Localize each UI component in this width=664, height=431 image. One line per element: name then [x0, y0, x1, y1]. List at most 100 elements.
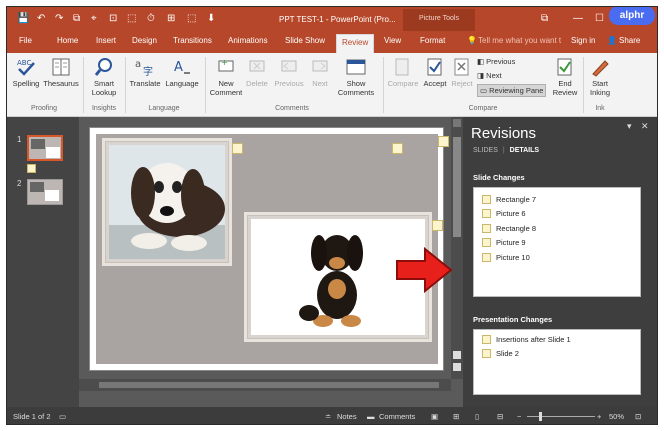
pen-icon — [592, 60, 609, 77]
previous-change-button[interactable]: ◧ Previous — [477, 57, 515, 66]
slide-thumbnail-1[interactable] — [27, 135, 63, 161]
pane-options-icon[interactable]: ▾ — [627, 121, 632, 132]
scrollbar-thumb[interactable] — [453, 137, 461, 237]
revision-icon — [482, 209, 491, 219]
accept-button[interactable]: Accept — [421, 57, 449, 88]
horizontal-scrollbar[interactable] — [79, 379, 451, 391]
scroll-up-icon[interactable] — [453, 119, 461, 127]
zoom-slider[interactable] — [527, 416, 595, 417]
tab-design[interactable]: Design — [132, 36, 157, 45]
slide-sorter-icon[interactable]: ⊞ — [453, 412, 459, 421]
next-change-button[interactable]: ◨ Next — [477, 71, 502, 80]
picture-tools-label: Picture Tools — [403, 9, 475, 31]
revision-marker[interactable] — [432, 220, 443, 231]
start-inking-button[interactable]: Start Inking — [585, 57, 615, 97]
reviewing-pane-button[interactable]: ▭ Reviewing Pane — [477, 84, 547, 97]
zoom-in-icon[interactable]: + — [597, 412, 601, 421]
slideshow-icon[interactable]: ⊟ — [497, 412, 503, 421]
tab-details[interactable]: DETAILS — [510, 147, 539, 154]
fit-to-window-icon[interactable]: ⊡ — [635, 412, 641, 421]
group-insights: Insights — [91, 105, 117, 112]
next-comment-icon — [312, 60, 328, 72]
undo-icon[interactable]: ↶ — [37, 13, 45, 24]
revision-marker[interactable] — [232, 143, 243, 154]
beagle-puppy-image — [109, 145, 225, 259]
tell-me-input[interactable]: Tell me what you want t — [478, 36, 561, 45]
minimize-button[interactable]: — — [573, 13, 583, 24]
slide-changes-heading: Slide Changes — [473, 173, 525, 182]
spelling-button[interactable]: ABC Spelling — [9, 57, 43, 88]
delete-comment-button[interactable]: Delete — [243, 57, 271, 88]
compare-button[interactable]: Compare — [385, 57, 421, 88]
list-item[interactable]: Picture 6 — [474, 207, 640, 222]
slide-thumbnail-2[interactable] — [27, 179, 63, 205]
tab-slides[interactable]: SLIDES — [473, 147, 498, 154]
tab-animations[interactable]: Animations — [228, 36, 268, 45]
list-item[interactable]: Rectangle 7 — [474, 192, 640, 207]
tab-slide-show[interactable]: Slide Show — [285, 36, 325, 45]
qat-icon-8[interactable]: ⬇ — [207, 13, 215, 24]
revision-marker[interactable] — [438, 136, 449, 147]
normal-view-icon[interactable]: ▣ — [431, 412, 438, 421]
scrollbar-thumb[interactable] — [99, 382, 439, 388]
comments-button[interactable]: Comments — [379, 412, 415, 421]
scroll-down-icon[interactable] — [453, 351, 461, 359]
qat-icon-3[interactable]: ⊡ — [109, 13, 117, 24]
maximize-button[interactable]: ☐ — [595, 13, 604, 24]
tab-view[interactable]: View — [384, 36, 401, 45]
close-icon[interactable]: ✕ — [641, 121, 649, 132]
title-bar: 💾 ↶ ↷ ⧉ ⌖ ⊡ ⬚ ⏱ ⊞ ⬚ ⬇ PPT TEST-1 - Power… — [7, 7, 657, 31]
reviewing-pane-icon: ▭ — [480, 86, 490, 95]
list-item[interactable]: Insertions after Slide 1 — [474, 332, 640, 347]
reading-view-icon[interactable]: ▯ — [475, 412, 479, 421]
list-item[interactable]: Picture 10 — [474, 250, 640, 265]
presentation-changes-list: Insertions after Slide 1 Slide 2 — [473, 329, 641, 395]
qat-icon-2[interactable]: ⌖ — [91, 13, 97, 24]
notes-button[interactable]: Notes — [337, 412, 357, 421]
tab-transitions[interactable]: Transitions — [173, 36, 212, 45]
list-item[interactable]: Picture 9 — [474, 236, 640, 251]
tab-insert[interactable]: Insert — [96, 36, 116, 45]
ribbon-display-options-icon[interactable]: ⧉ — [541, 13, 548, 24]
search-icon — [94, 58, 112, 76]
previous-comment-button[interactable]: Previous — [271, 57, 307, 88]
main-area: 1 2 Revisions ▾ ✕ SLIDES | DETAILS Slide… — [7, 117, 657, 407]
end-review-button[interactable]: End Review — [551, 57, 579, 97]
accept-icon — [427, 58, 442, 76]
redo-icon[interactable]: ↷ — [55, 13, 63, 24]
share-button[interactable]: Share — [619, 36, 640, 45]
previous-slide-icon[interactable] — [453, 363, 461, 371]
list-item[interactable]: Rectangle 8 — [474, 221, 640, 236]
picture-beagle-puppy[interactable] — [102, 138, 232, 266]
qat-icon-7[interactable]: ⬚ — [187, 13, 196, 24]
qat-icon-1[interactable]: ⧉ — [73, 13, 80, 24]
zoom-slider-thumb[interactable] — [539, 412, 542, 421]
spelling-icon: ABC — [17, 59, 35, 76]
list-item[interactable]: Slide 2 — [474, 347, 640, 362]
language-button[interactable]: A Language — [163, 57, 201, 88]
qat-icon-4[interactable]: ⬚ — [127, 13, 136, 24]
tab-format[interactable]: Format — [420, 36, 445, 45]
thesaurus-button[interactable]: Thesaurus — [43, 57, 79, 88]
zoom-level[interactable]: 50% — [609, 412, 624, 421]
tab-review[interactable]: Review — [336, 34, 375, 53]
revision-icon — [482, 238, 491, 248]
language-icon: A — [174, 60, 190, 75]
translate-button[interactable]: a字 Translate — [127, 57, 163, 88]
next-comment-button[interactable]: Next — [307, 57, 333, 88]
show-comments-button[interactable]: Show Comments — [335, 57, 377, 97]
zoom-out-icon[interactable]: − — [517, 412, 521, 421]
save-icon[interactable]: 💾 — [17, 13, 29, 24]
qat-icon-6[interactable]: ⊞ — [167, 13, 175, 24]
new-comment-button[interactable]: + New Comment — [207, 57, 245, 97]
alphr-badge: alphr — [609, 7, 655, 25]
smart-lookup-button[interactable]: Smart Lookup — [87, 57, 121, 97]
slide-canvas[interactable] — [89, 127, 449, 371]
sign-in-link[interactable]: Sign in — [571, 36, 595, 45]
reject-button[interactable]: Reject — [449, 57, 475, 88]
revision-marker[interactable] — [392, 143, 403, 154]
tab-home[interactable]: Home — [57, 36, 78, 45]
tab-file[interactable]: File — [19, 36, 32, 45]
spelling-status-icon[interactable]: ▭ — [59, 412, 66, 421]
qat-icon-5[interactable]: ⏱ — [147, 13, 155, 24]
